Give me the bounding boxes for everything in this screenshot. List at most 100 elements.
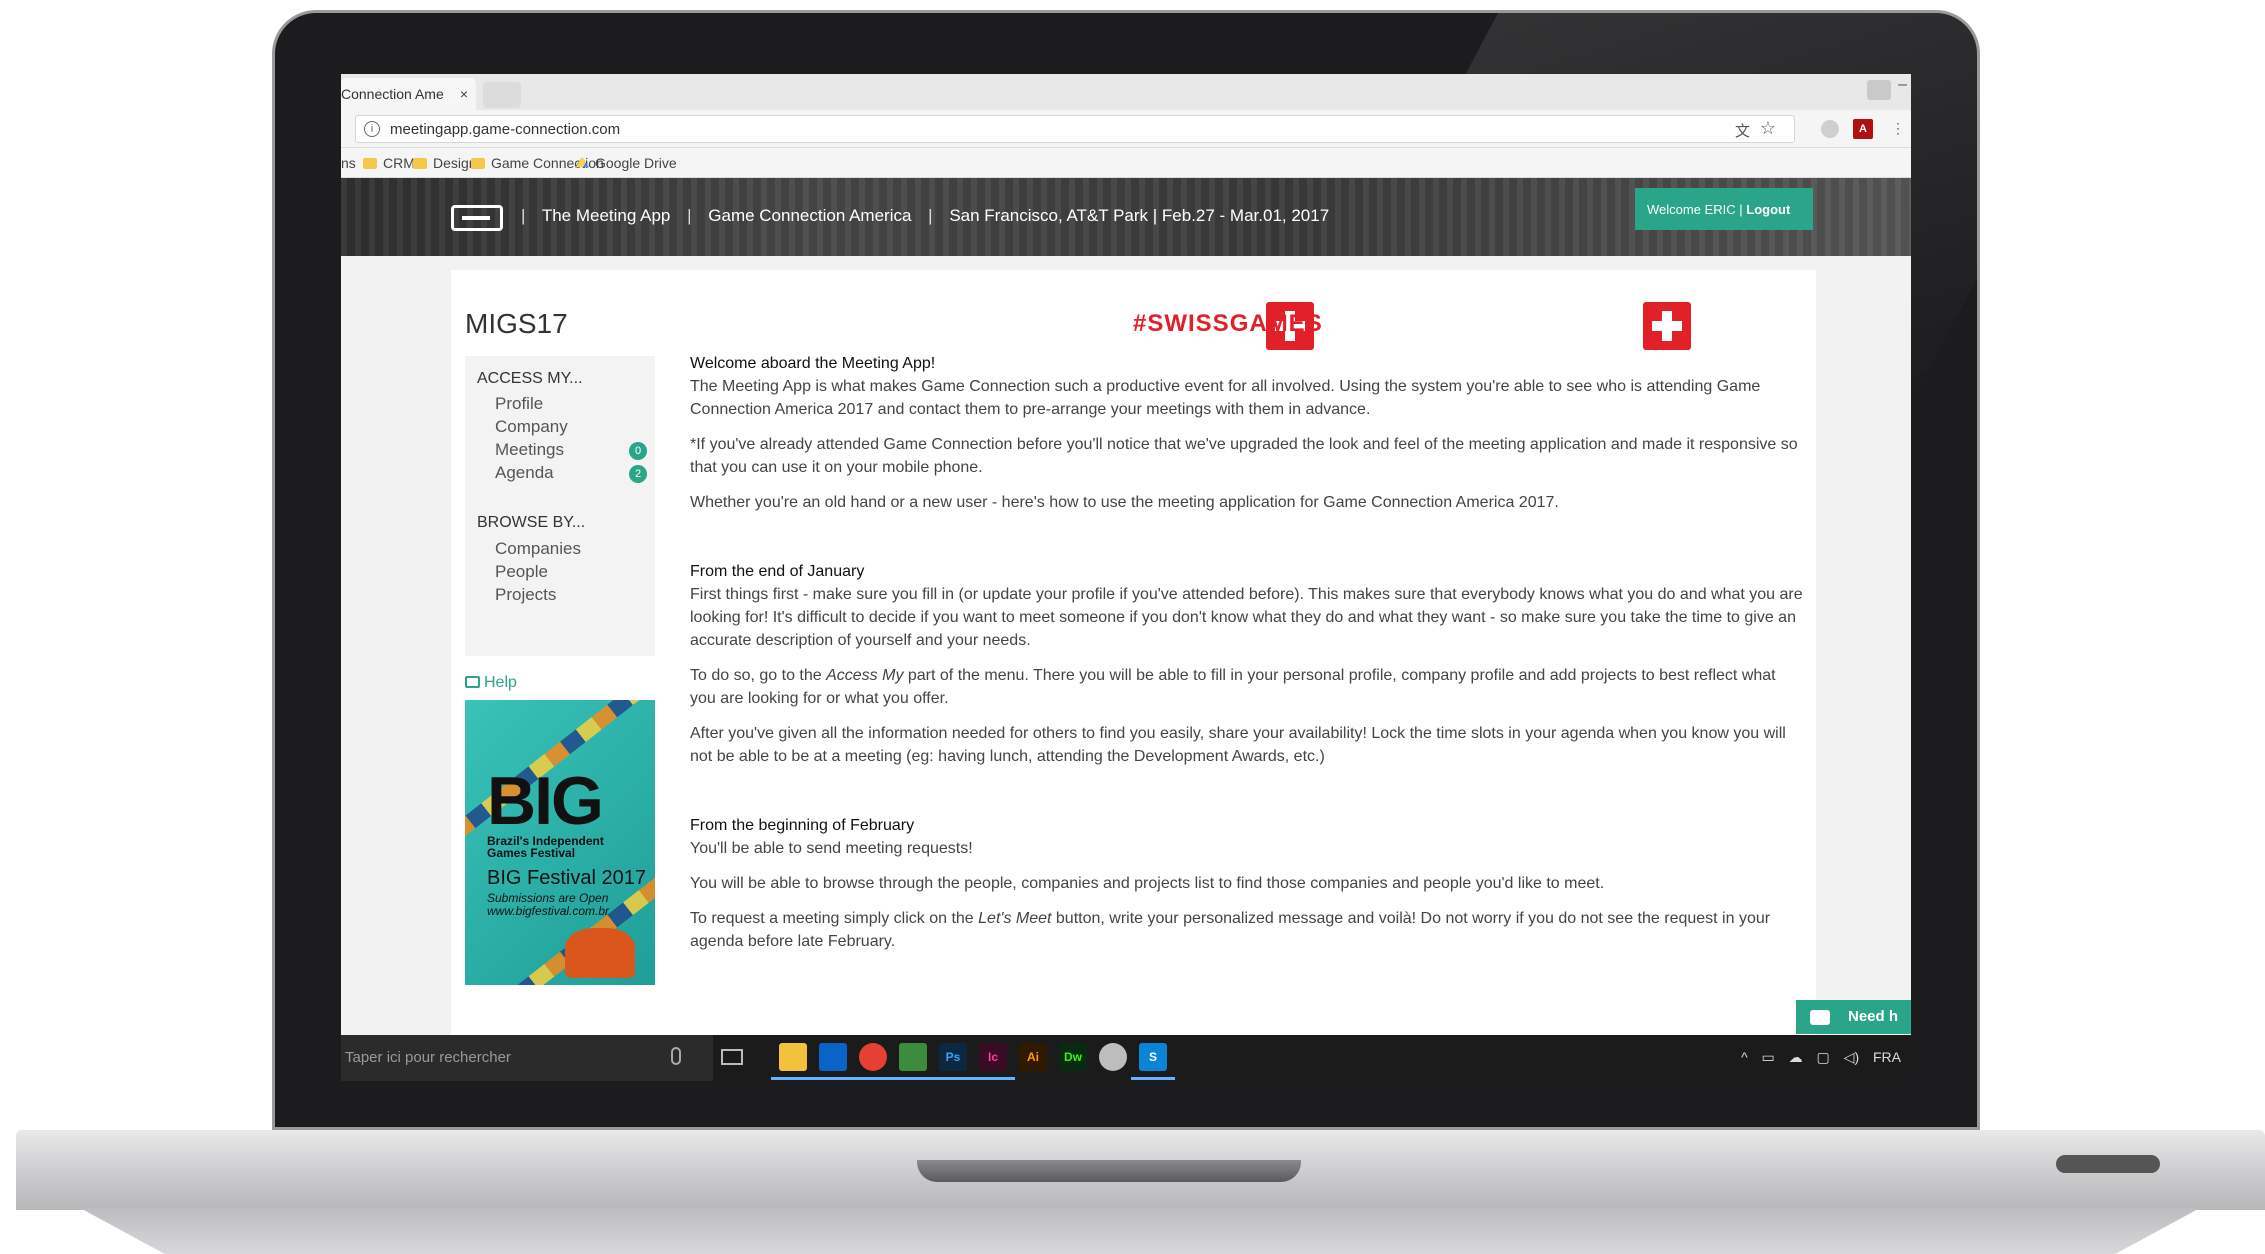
big-festival-ad[interactable]: BIG Brazil's Independent Games Festival … xyxy=(465,700,655,985)
bookmark-google-drive[interactable]: Google Drive xyxy=(575,155,677,171)
chevron-up-icon[interactable]: ^ xyxy=(1741,1049,1748,1065)
content-card: MIGS17 #SWISSGAMES ACCESS MY... Profile … xyxy=(451,270,1816,1070)
main-content: Welcome aboard the Meeting App! The Meet… xyxy=(690,352,1805,965)
folder-icon xyxy=(363,158,377,169)
sidebar-item-profile[interactable]: Profile xyxy=(495,394,543,414)
illustrator-icon[interactable]: Ai xyxy=(1019,1043,1047,1071)
file-explorer-icon[interactable] xyxy=(779,1043,807,1071)
new-tab-button[interactable] xyxy=(483,82,521,108)
profile-icon[interactable] xyxy=(1867,80,1891,100)
app-name-link[interactable]: The Meeting App xyxy=(542,206,671,225)
bookmark-apps[interactable]: ns xyxy=(341,155,356,171)
taskbar-search-placeholder: Taper ici pour rechercher xyxy=(345,1049,511,1066)
header-separator: | xyxy=(521,206,526,225)
need-help-button[interactable]: Need h xyxy=(1796,1000,1911,1034)
welcome-paragraph: Whether you're an old hand or a new user… xyxy=(690,494,1559,511)
translate-icon[interactable]: 文 xyxy=(1735,120,1750,141)
url-text[interactable]: meetingapp.game-connection.com xyxy=(390,121,620,138)
screen: Connection Ame × – i meetingapp.game-con… xyxy=(341,74,1911,1081)
battery-icon[interactable]: ▭ xyxy=(1762,1049,1775,1065)
february-heading: From the beginning of February xyxy=(690,817,915,834)
utility-icon[interactable] xyxy=(1099,1043,1127,1071)
active-indicator xyxy=(971,1077,1015,1080)
extension-icon[interactable] xyxy=(1821,120,1839,138)
volume-icon[interactable]: ◁) xyxy=(1844,1049,1859,1065)
ad-big-logo: BIG xyxy=(487,763,604,839)
sidebar: ACCESS MY... Profile Company Meetings 0 … xyxy=(465,356,655,656)
january-paragraph: After you've given all the information n… xyxy=(690,725,1786,765)
google-drive-icon xyxy=(575,157,589,168)
welcome-paragraph: The Meeting App is what makes Game Conne… xyxy=(690,378,1761,418)
january-heading: From the end of January xyxy=(690,563,865,580)
active-indicator xyxy=(1131,1077,1175,1080)
logout-link[interactable]: Logout xyxy=(1746,202,1790,217)
tab-bar: Connection Ame × – xyxy=(341,74,1911,110)
bookmark-star-icon[interactable]: ☆ xyxy=(1760,118,1776,139)
meetings-count-badge: 0 xyxy=(629,442,647,460)
january-paragraph: First things first - make sure you fill … xyxy=(690,586,1803,649)
active-indicator xyxy=(891,1077,935,1080)
ad-festival-name: BIG Festival 2017 xyxy=(487,867,646,889)
access-my-mention: Access My xyxy=(826,667,904,684)
folder-icon xyxy=(413,158,427,169)
system-tray: ^ ▭ ☁ ▢ ◁) FRA xyxy=(1741,1049,1911,1066)
header-separator: | xyxy=(687,206,692,225)
welcome-box: Welcome ERIC | Logout xyxy=(1635,188,1813,230)
address-bar: i meetingapp.game-connection.com 文 ☆ A ⋮ xyxy=(341,110,1911,148)
sidebar-item-agenda[interactable]: Agenda xyxy=(495,463,554,483)
pdf-extension-icon[interactable]: A xyxy=(1853,119,1873,139)
active-indicator xyxy=(931,1077,975,1080)
swissgames-banner: #SWISSGAMES xyxy=(1133,310,1323,337)
task-view-icon[interactable] xyxy=(721,1049,743,1065)
cloud-icon[interactable]: ☁ xyxy=(1789,1049,1803,1065)
chat-icon xyxy=(1810,1010,1830,1025)
tab-title: Connection Ame xyxy=(341,86,444,102)
incopy-icon[interactable]: Ic xyxy=(979,1043,1007,1071)
extension-menu-icon[interactable]: ⋮ xyxy=(1891,120,1905,137)
welcome-heading: Welcome aboard the Meeting App! xyxy=(690,355,936,372)
chrome-icon[interactable] xyxy=(859,1043,887,1071)
laptop-base-bottom xyxy=(80,1208,2200,1254)
info-icon[interactable]: i xyxy=(364,121,380,137)
active-indicator xyxy=(771,1077,815,1080)
lets-meet-mention: Let's Meet xyxy=(978,910,1052,927)
laptop-slot xyxy=(2056,1155,2160,1173)
tab-close-icon[interactable]: × xyxy=(460,86,468,102)
bookmark-design[interactable]: Design xyxy=(413,155,477,171)
skype-icon[interactable]: S xyxy=(1139,1043,1167,1071)
bookmark-crm[interactable]: CRM xyxy=(363,155,415,171)
microphone-icon[interactable] xyxy=(671,1047,681,1065)
sidebar-item-companies[interactable]: Companies xyxy=(495,539,581,559)
network-icon[interactable]: ▢ xyxy=(1817,1049,1830,1065)
dreamweaver-icon[interactable]: Dw xyxy=(1059,1043,1087,1071)
minimize-icon[interactable]: – xyxy=(1898,76,1907,94)
ad-subtitle: Brazil's Independent Games Festival xyxy=(487,834,604,860)
folder-icon xyxy=(471,158,485,169)
language-indicator[interactable]: FRA xyxy=(1873,1049,1901,1065)
omnibox[interactable]: i meetingapp.game-connection.com 文 ☆ xyxy=(355,115,1795,143)
sidebar-item-people[interactable]: People xyxy=(495,562,548,582)
february-paragraph: You'll be able to send meeting requests! xyxy=(690,840,973,857)
help-link[interactable]: Help xyxy=(465,674,517,692)
outlook-icon[interactable] xyxy=(819,1043,847,1071)
welcome-paragraph: *If you've already attended Game Connect… xyxy=(690,436,1798,476)
swiss-flag-icon xyxy=(1643,302,1691,350)
event-name[interactable]: Game Connection America xyxy=(708,206,911,225)
photoshop-icon[interactable]: Ps xyxy=(939,1043,967,1071)
sway-icon[interactable] xyxy=(899,1043,927,1071)
browser-tab[interactable]: Connection Ame × xyxy=(341,78,476,110)
event-venue-dates: San Francisco, AT&T Park | Feb.27 - Mar.… xyxy=(949,206,1330,225)
page-title: MIGS17 xyxy=(465,308,568,339)
taskbar-search[interactable]: Taper ici pour rechercher xyxy=(341,1035,713,1081)
sidebar-item-projects[interactable]: Projects xyxy=(495,585,556,605)
january-paragraph: To do so, go to the Access My part of th… xyxy=(690,667,1776,707)
windows-taskbar: Taper ici pour rechercher Ps Ic Ai Dw S … xyxy=(341,1035,1911,1081)
sidebar-item-company[interactable]: Company xyxy=(495,417,568,437)
help-icon xyxy=(465,676,480,688)
header-nav: | The Meeting App | Game Connection Amer… xyxy=(521,206,1341,226)
game-connection-logo[interactable] xyxy=(451,205,503,231)
sidebar-item-meetings[interactable]: Meetings xyxy=(495,440,564,460)
active-indicator xyxy=(811,1077,855,1080)
ad-character xyxy=(565,928,635,978)
february-paragraph: You will be able to browse through the p… xyxy=(690,875,1605,892)
